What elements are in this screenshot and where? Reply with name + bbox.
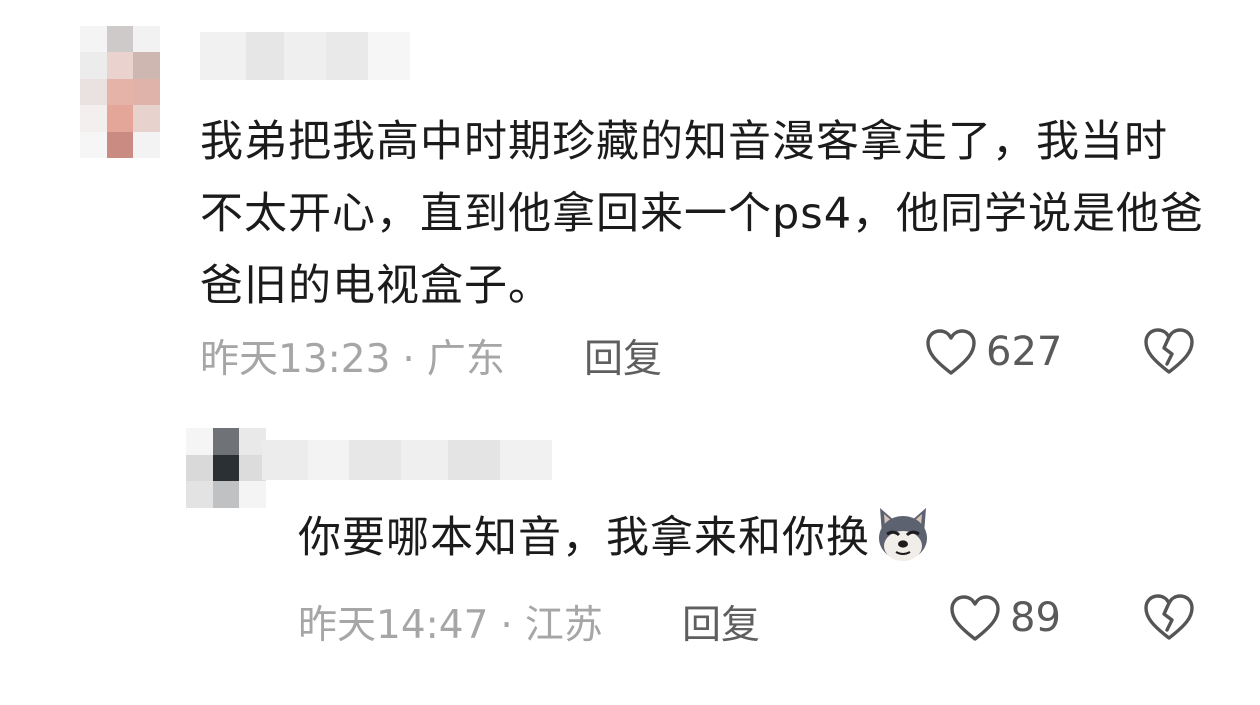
like-button[interactable]: 627 <box>924 324 1062 380</box>
heart-outline-icon <box>926 329 976 375</box>
heart-outline-icon <box>950 595 1000 641</box>
username-blurred[interactable] <box>200 32 410 80</box>
reply-text: 你要哪本知音，我拿来和你换 <box>298 513 870 563</box>
comment-time: 昨天13:23 <box>200 337 391 382</box>
reply-button[interactable]: 回复 <box>682 594 760 650</box>
comment-meta: 昨天13:23 · 广东 <box>200 328 505 384</box>
like-count: 627 <box>986 329 1063 375</box>
broken-heart-icon <box>1144 328 1194 374</box>
comment-location: 广东 <box>426 337 505 382</box>
like-button[interactable]: 89 <box>948 590 1061 646</box>
reply-item: 你要哪本知音，我拿来和你换 昨天14:47 · 江苏 回复 89 <box>0 410 1260 700</box>
comment-text: 我弟把我高中时期珍藏的知音漫客拿走了，我当时不太开心，直到他拿回来一个ps4，他… <box>200 117 1205 311</box>
doge-dog-emoji <box>872 504 934 564</box>
dislike-button[interactable] <box>1142 326 1196 376</box>
meta-separator: · <box>402 337 415 382</box>
comment-location: 江苏 <box>524 603 603 648</box>
like-count: 89 <box>1010 595 1061 641</box>
comment-meta: 昨天14:47 · 江苏 <box>298 594 603 650</box>
broken-heart-icon <box>1144 594 1194 640</box>
username-blurred[interactable] <box>262 440 552 480</box>
avatar[interactable] <box>186 428 266 508</box>
reply-button[interactable]: 回复 <box>584 328 662 384</box>
comment-time: 昨天14:47 <box>298 603 489 648</box>
avatar[interactable] <box>80 26 160 158</box>
comment-text: 你要哪本知音，我拿来和你换 <box>298 502 1018 574</box>
comment-item: 我弟把我高中时期珍藏的知音漫客拿走了，我当时不太开心，直到他拿回来一个ps4，他… <box>0 0 1260 400</box>
dislike-button[interactable] <box>1142 592 1196 642</box>
meta-separator: · <box>500 603 513 648</box>
